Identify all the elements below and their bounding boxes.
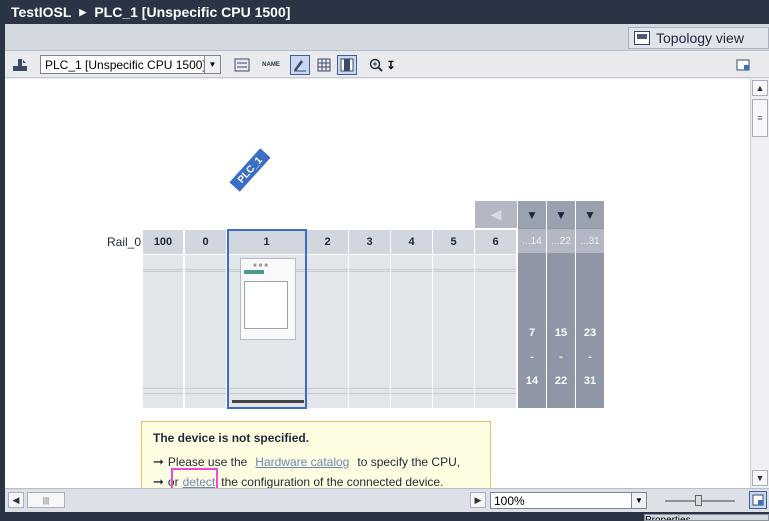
breadcrumb-separator-icon: ▶ [79, 6, 87, 17]
chevron-down-icon[interactable]: ▼ [631, 493, 646, 508]
scroll-down-icon[interactable]: ▼ [752, 470, 768, 486]
slot-header[interactable]: 0 [185, 230, 227, 254]
slot-header[interactable]: 100 [143, 230, 184, 254]
selected-slot-frame [227, 229, 307, 409]
slot-body[interactable] [307, 255, 349, 408]
expansion-header: ...14 [518, 229, 546, 253]
slot-body[interactable] [391, 255, 433, 408]
slot-header[interactable]: 4 [391, 230, 433, 254]
overview-icon[interactable] [749, 491, 767, 509]
expansion-range: 23-31 [583, 327, 597, 387]
expansion-column[interactable]: ▼ ...14 7-14 [518, 201, 546, 408]
slot-body[interactable] [349, 255, 391, 408]
slot-body[interactable] [143, 255, 184, 408]
zoom-value: 100% [494, 493, 525, 508]
topology-view-button[interactable]: Topology view [628, 27, 769, 49]
expand-down-icon[interactable]: ▼ [547, 201, 575, 228]
expansion-column[interactable]: ▼ ...31 23-31 [576, 201, 604, 408]
expansion-column[interactable]: ▼ ...22 15-22 [547, 201, 575, 408]
breadcrumb-device: PLC_1 [Unspecific CPU 1500] [94, 4, 291, 20]
zoom-in-icon[interactable] [366, 55, 386, 75]
vertical-scrollbar[interactable]: ▲ ≡ ▼ [750, 79, 769, 488]
notice-text: to specify the CPU, [357, 455, 461, 469]
topology-view-label: Topology view [656, 30, 744, 46]
name-icon[interactable]: NAME [261, 55, 281, 75]
scroll-left-icon[interactable]: ◀ [8, 492, 24, 508]
slot-header[interactable]: 5 [433, 230, 475, 254]
scroll-up-icon[interactable]: ▲ [752, 80, 768, 96]
panel-toggle-icon[interactable] [733, 55, 753, 75]
topology-icon [634, 31, 650, 45]
scroll-right-icon[interactable]: ▶ [470, 492, 486, 508]
name-icon-label: NAME [262, 61, 280, 68]
notice-line: ➞ or detect the configuration of the con… [153, 468, 479, 488]
scrollbar-thumb[interactable]: ≡ [752, 99, 768, 137]
device-not-specified-notice: The device is not specified. ➞ Please us… [141, 421, 491, 488]
slot-body[interactable] [475, 255, 517, 408]
slot-header[interactable]: 6 [475, 230, 517, 254]
device-toolbar: PLC_1 [Unspecific CPU 1500] ▼ NAME ↧ [5, 52, 769, 78]
slot-body[interactable] [433, 255, 475, 408]
horizontal-scrollbar-thumb[interactable]: ||| [27, 492, 65, 508]
breadcrumb-project[interactable]: TestIOSL [11, 4, 71, 20]
scroll-left-icon[interactable]: ◀ [475, 201, 517, 228]
expansion-header: ...31 [576, 229, 604, 253]
expansion-range: 7-14 [525, 327, 539, 387]
arrow-right-icon: ➞ [153, 454, 164, 469]
slot-body[interactable] [185, 255, 227, 408]
breadcrumb: TestIOSL ▶ PLC_1 [Unspecific CPU 1500] [0, 0, 769, 24]
notice-title: The device is not specified. [153, 431, 310, 445]
notice-text: the configuration of the connected devic… [221, 475, 444, 488]
device-tree-icon[interactable] [11, 56, 29, 74]
slot-header[interactable]: 2 [307, 230, 349, 254]
rail-label: Rail_0 [107, 235, 142, 249]
device-select[interactable]: PLC_1 [Unspecific CPU 1500] ▼ [40, 55, 221, 74]
expand-down-icon[interactable]: ▼ [576, 201, 604, 228]
notice-text: Please use the [167, 455, 248, 469]
split-view-icon[interactable] [337, 55, 357, 75]
view-icon[interactable] [290, 55, 310, 75]
detect-link-wrapper: detect [170, 468, 218, 488]
device-select-value: PLC_1 [Unspecific CPU 1500] [45, 57, 206, 72]
slot-header[interactable]: 3 [349, 230, 391, 254]
download-icon[interactable]: ↧ [384, 55, 398, 75]
arrow-right-icon: ➞ [153, 474, 164, 488]
device-view-panel: Topology view PLC_1 [Unspecific CPU 1500… [5, 24, 769, 512]
expand-down-icon[interactable]: ▼ [518, 201, 546, 228]
rack-canvas[interactable]: PLC_1 Rail_0 100 0 1 2 3 4 5 6 ■■■ ◀ ▼ .… [5, 79, 750, 488]
highlight-box [170, 468, 218, 488]
expansion-header: ...22 [547, 229, 575, 253]
swap-icon[interactable] [232, 55, 252, 75]
zoom-slider-handle[interactable] [695, 495, 702, 506]
view-tab-row: Topology view [5, 24, 769, 51]
chevron-down-icon[interactable]: ▼ [204, 56, 220, 73]
expansion-range: 15-22 [554, 327, 568, 387]
plc-name-tag[interactable]: PLC_1 [229, 148, 271, 192]
bottom-bar: ◀ ||| ▶ 100% ▼ [5, 488, 769, 512]
properties-tab[interactable]: Properties [644, 514, 769, 521]
zoom-select[interactable]: 100% ▼ [490, 492, 647, 509]
hardware-catalog-link[interactable]: Hardware catalog [255, 455, 349, 469]
grid-icon[interactable] [314, 55, 334, 75]
